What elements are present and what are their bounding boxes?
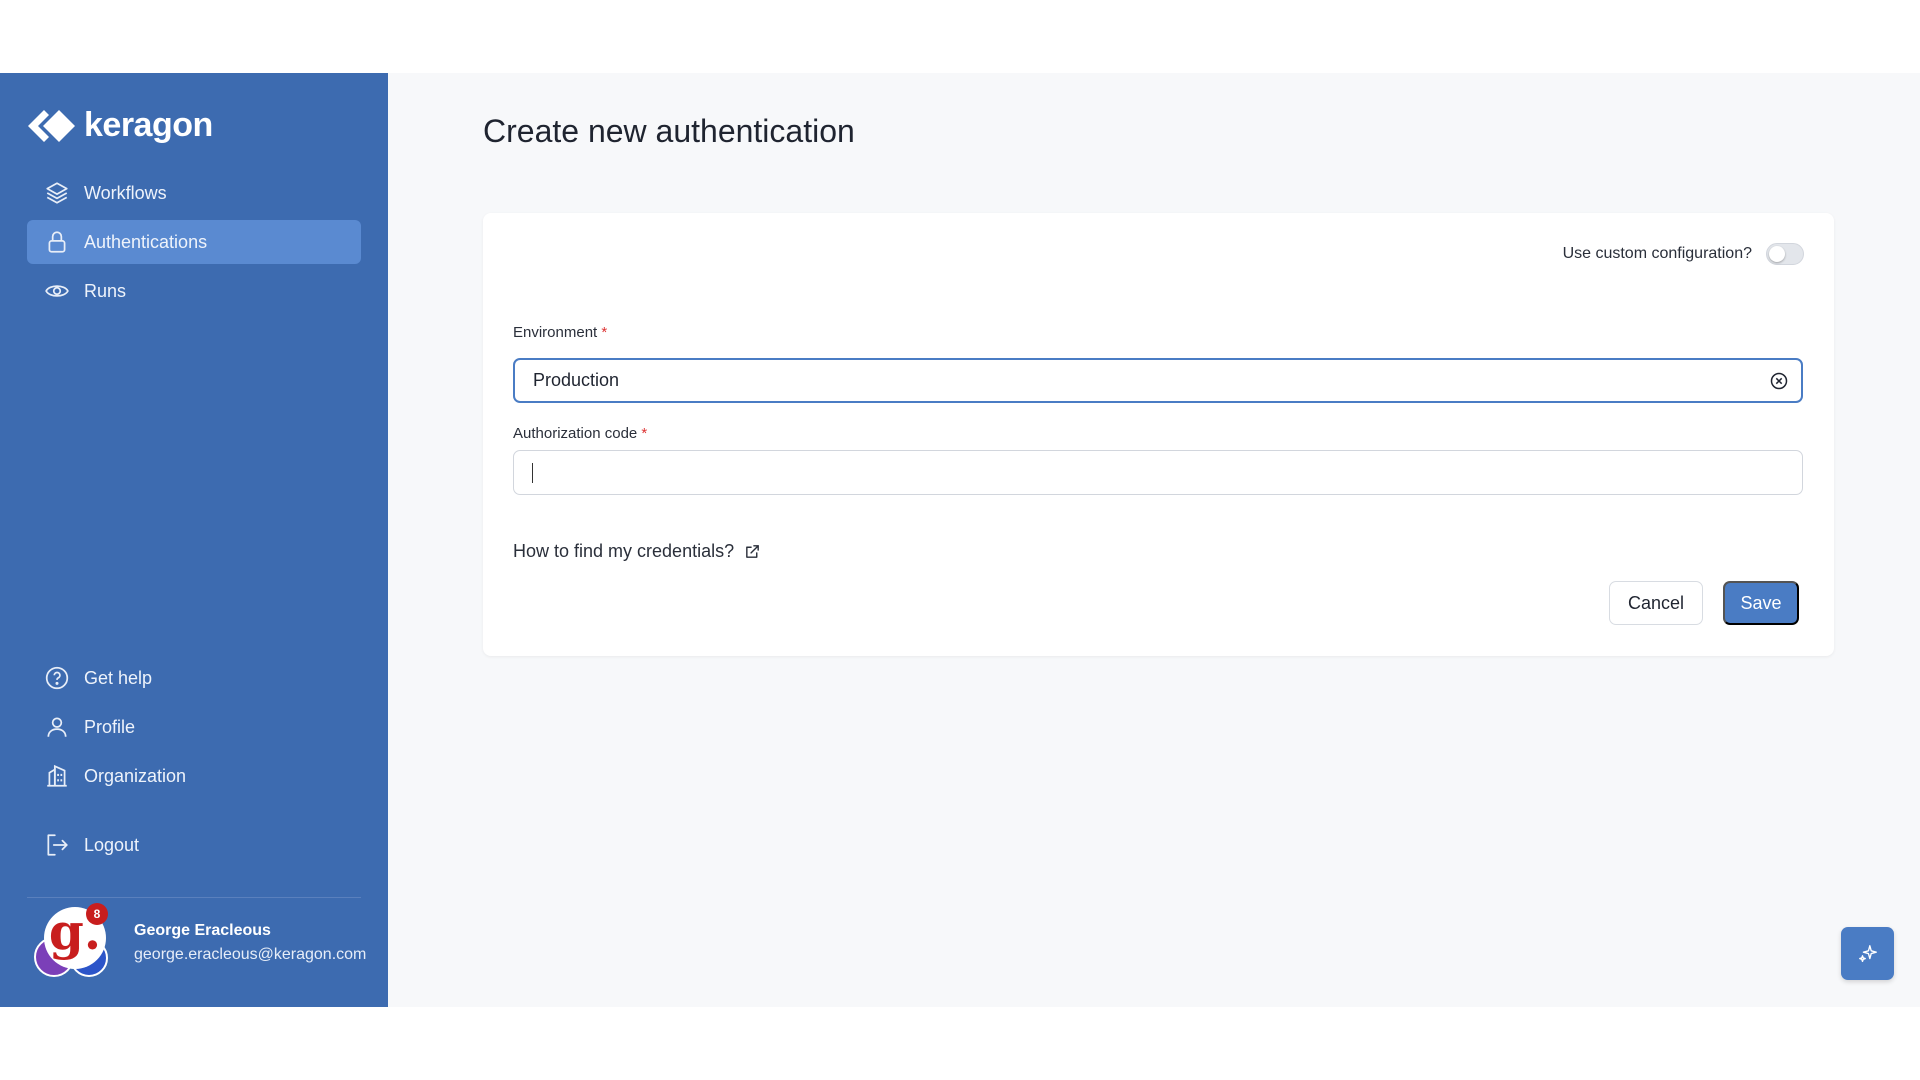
environment-select[interactable]: Production (513, 358, 1803, 403)
user-info: George Eracleous george.eracleous@kerago… (134, 922, 366, 964)
authorization-code-label: Authorization code * (513, 425, 647, 442)
sidebar-item-label: Runs (84, 280, 127, 301)
sidebar-item-label: Authentications (84, 231, 208, 252)
eye-icon (45, 285, 69, 297)
credentials-help-link[interactable]: How to find my credentials? (513, 541, 761, 562)
clear-icon[interactable] (1769, 371, 1789, 391)
app-shell: keragon Workflows Authentications Runs G… (0, 73, 1920, 1007)
custom-config-label: Use custom configuration? (1562, 245, 1752, 262)
main-content: Create new authentication Use custom con… (388, 73, 1920, 1007)
primary-nav: Workflows Authentications Runs (27, 171, 361, 318)
brand-logo[interactable]: keragon (26, 106, 213, 145)
sparkles-icon (1858, 944, 1877, 962)
sidebar: keragon Workflows Authentications Runs G… (0, 73, 388, 1007)
help-link-text: How to find my credentials? (513, 541, 735, 561)
sidebar-item-label: Workflows (84, 182, 167, 203)
authorization-code-input[interactable] (513, 450, 1803, 495)
auth-form-card: Use custom configuration? Environment * … (483, 213, 1834, 656)
ai-assistant-button[interactable] (1841, 927, 1894, 980)
sidebar-item-logout[interactable]: Logout (27, 823, 361, 867)
sidebar-item-workflows[interactable]: Workflows (27, 171, 361, 215)
environment-label: Environment * (513, 324, 607, 341)
user-profile-card[interactable]: g. 8 George Eracleous george.eracleous@k… (34, 898, 374, 988)
user-icon (47, 717, 67, 737)
logout-section: Logout (27, 823, 361, 872)
custom-config-row: Use custom configuration? (1563, 243, 1804, 265)
sidebar-item-label: Profile (84, 716, 136, 737)
user-name: George Eracleous (134, 922, 271, 939)
lock-icon (48, 231, 66, 253)
sidebar-item-profile[interactable]: Profile (27, 705, 361, 749)
sidebar-item-organization[interactable]: Organization (27, 754, 361, 798)
keragon-logo-icon (28, 109, 75, 142)
notification-badge: 8 (86, 903, 108, 925)
cancel-button[interactable]: Cancel (1609, 581, 1703, 625)
required-marker: * (641, 425, 648, 442)
help-circle-icon (45, 666, 69, 690)
secondary-nav: Get help Profile Organization (27, 656, 361, 803)
user-email: george.eracleous@keragon.com (134, 946, 367, 963)
sidebar-item-get-help[interactable]: Get help (27, 656, 361, 700)
save-button[interactable]: Save (1723, 581, 1799, 625)
text-caret (532, 462, 533, 483)
authorization-code-label-text: Authorization code (513, 425, 638, 442)
required-marker: * (601, 324, 608, 341)
avatar[interactable]: g. 8 (34, 903, 124, 983)
sidebar-item-runs[interactable]: Runs (27, 269, 361, 313)
sidebar-item-label: Organization (84, 765, 187, 786)
sidebar-item-authentications[interactable]: Authentications (27, 220, 361, 264)
page-title: Create new authentication (483, 113, 855, 149)
sidebar-item-label: Logout (84, 834, 140, 855)
brand-name: keragon (84, 106, 213, 144)
layers-icon (46, 182, 68, 204)
external-link-icon (746, 545, 759, 558)
logout-icon (47, 834, 68, 856)
sidebar-item-label: Get help (84, 667, 153, 688)
environment-label-text: Environment (513, 324, 598, 341)
environment-value: Production (533, 370, 620, 390)
building-icon (47, 764, 67, 787)
custom-config-toggle[interactable] (1766, 243, 1804, 265)
toggle-knob (1769, 246, 1785, 262)
